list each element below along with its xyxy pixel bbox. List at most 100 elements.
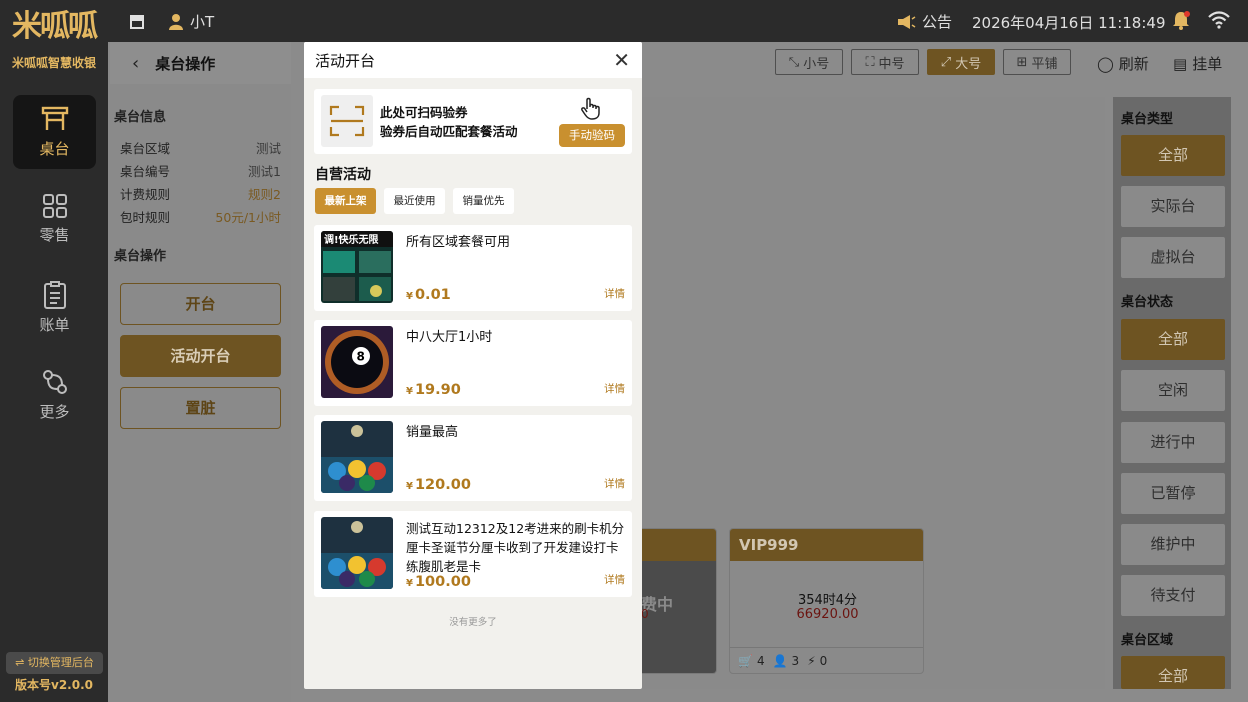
clipboard-icon: ▤ <box>1173 54 1188 73</box>
info-key: 桌台编号 <box>120 164 171 179</box>
currency-symbol: ¥ <box>406 291 413 302</box>
user-icon <box>169 14 183 30</box>
info-row-number: 桌台编号 测试1 <box>120 161 281 180</box>
power-count: 0 <box>819 653 828 668</box>
brand-name: 米呱呱智慧收银 <box>11 56 96 70</box>
price-value: 19.90 <box>414 382 461 398</box>
refresh-label: 刷新 <box>1118 55 1149 73</box>
size-label: 中号 <box>878 56 905 72</box>
size-small-button[interactable]: ⤡ 小号 <box>775 49 843 75</box>
size-medium-button[interactable]: ⛶ 中号 <box>851 49 919 75</box>
refresh-button[interactable]: ◯ 刷新 <box>1097 53 1149 74</box>
nav-label-bills: 账单 <box>39 316 70 334</box>
nav-item-bills[interactable]: 账单 <box>13 271 96 345</box>
table-card-body: 费中 0 <box>637 561 716 673</box>
status-running-button[interactable]: 进行中 <box>1121 422 1225 463</box>
package-price: ¥19.90 <box>406 382 461 398</box>
package-thumbnail <box>321 421 393 493</box>
switch-admin-button[interactable]: ⇌ 切换管理后台 <box>6 652 103 674</box>
status-all-button[interactable]: 全部 <box>1121 319 1225 360</box>
nav-item-retail[interactable]: 零售 <box>13 183 96 257</box>
status-idle-button[interactable]: 空闲 <box>1121 370 1225 411</box>
open-table-button[interactable]: 开台 <box>120 283 281 325</box>
size-tile-button[interactable]: ⊞ 平铺 <box>1003 49 1071 75</box>
table-amount: 66920.00 <box>796 607 859 622</box>
expand-icon: ⛶ <box>865 54 875 70</box>
nav-item-more[interactable]: 更多 <box>13 358 96 432</box>
package-card[interactable]: 销量最高 ¥120.00 详情 <box>314 415 632 501</box>
tab-sales[interactable]: 销量优先 <box>453 188 514 214</box>
currency-symbol: ¥ <box>406 481 413 492</box>
package-detail-link[interactable]: 详情 <box>604 476 625 491</box>
cart-icon: 🛒 <box>738 653 753 668</box>
package-name: 测试互动12312及12考进来的刷卡机分厘卡圣诞节分厘卡收到了开发建设打卡练腹肌… <box>406 521 625 574</box>
tab-recent[interactable]: 最近使用 <box>384 188 445 214</box>
type-virtual-button[interactable]: 虚拟台 <box>1121 237 1225 278</box>
modal-header: 活动开台 ✕ <box>304 42 642 78</box>
info-row-area: 桌台区域 测试 <box>120 138 281 157</box>
notice-button[interactable]: 公告 <box>896 11 952 32</box>
package-detail-link[interactable]: 详情 <box>604 572 625 587</box>
logo-text: 米呱呱 <box>12 9 98 44</box>
current-user[interactable]: 小T <box>168 11 214 32</box>
type-all-button[interactable]: 全部 <box>1121 135 1225 176</box>
back-icon[interactable]: ‹ <box>132 53 139 74</box>
package-price: ¥120.00 <box>406 477 471 493</box>
grid-icon <box>42 194 67 218</box>
bell-icon[interactable] <box>1172 10 1190 35</box>
package-card[interactable]: 测试互动12312及12考进来的刷卡机分厘卡圣诞节分厘卡收到了开发建设打卡练腹肌… <box>314 511 632 597</box>
size-label: 平铺 <box>1031 56 1058 72</box>
status-maintenance-button[interactable]: 维护中 <box>1121 524 1225 565</box>
panel-title: 桌台操作 <box>155 54 216 73</box>
table-ops-title: 桌台操作 <box>114 249 167 264</box>
store-icon[interactable] <box>128 12 146 34</box>
tab-newest[interactable]: 最新上架 <box>315 188 376 214</box>
current-datetime: 2026年04月16日 11:18:49 <box>972 14 1166 32</box>
version-label: 版本号v2.0.0 <box>15 678 93 692</box>
size-large-button[interactable]: ⤢ 大号 <box>927 49 995 75</box>
hand-tap-icon <box>579 95 605 125</box>
size-label: 小号 <box>803 56 830 72</box>
table-duration: 354时4分 <box>797 593 858 608</box>
status-filter-title: 桌台状态 <box>1121 295 1174 310</box>
type-real-button[interactable]: 实际台 <box>1121 186 1225 227</box>
table-card-footer: 🛒 4 👤 3 ⚡ 0 <box>730 647 923 673</box>
area-all-button[interactable]: 全部 <box>1121 656 1225 689</box>
package-thumbnail <box>321 517 393 589</box>
table-icon <box>41 106 68 130</box>
right-filter-panel: 桌台类型 全部 实际台 虚拟台 桌台状态 全部 空闲 进行中 已暂停 维护中 待… <box>1113 97 1231 689</box>
nav-item-tables[interactable]: 桌台 <box>13 95 96 169</box>
hold-label: 挂单 <box>1192 55 1223 73</box>
package-detail-link[interactable]: 详情 <box>604 286 625 301</box>
status-paused-button[interactable]: 已暂停 <box>1121 473 1225 514</box>
area-filter-title: 桌台区域 <box>1121 633 1174 648</box>
size-label: 大号 <box>955 56 982 72</box>
mark-dirty-button[interactable]: 置脏 <box>120 387 281 429</box>
scan-voucher-box: 此处可扫码验券 验券后自动匹配套餐活动 手动验码 <box>314 89 632 154</box>
megaphone-icon <box>898 14 916 29</box>
wifi-icon <box>1208 11 1230 33</box>
package-card[interactable]: 调!快乐无限 所有区域套餐可用 ¥0.01 详情 <box>314 225 632 311</box>
status-pending-pay-button[interactable]: 待支付 <box>1121 575 1225 616</box>
package-thumbnail: 8 <box>321 326 393 398</box>
info-key: 桌台区域 <box>120 141 171 156</box>
hold-order-button[interactable]: ▤ 挂单 <box>1173 53 1222 74</box>
table-card-vip999[interactable]: VIP999 354时4分 66920.00 🛒 4 👤 3 ⚡ 0 <box>729 528 924 674</box>
nav-label-more: 更多 <box>39 403 70 421</box>
people-count: 3 <box>791 653 800 668</box>
power-icon: ⚡ <box>807 653 816 668</box>
info-key: 计费规则 <box>120 187 171 202</box>
currency-symbol: ¥ <box>406 386 413 397</box>
modal-title: 活动开台 <box>315 51 376 70</box>
package-card[interactable]: 8 中八大厅1小时 ¥19.90 详情 <box>314 320 632 406</box>
info-value: 50元/1小时 <box>215 210 281 225</box>
manual-verify-button[interactable]: 手动验码 <box>559 124 625 147</box>
activity-open-button[interactable]: 活动开台 <box>120 335 281 377</box>
table-card-name: VIP999 <box>730 529 923 561</box>
table-card[interactable]: 费中 0 <box>636 528 717 674</box>
scan-icon[interactable] <box>321 95 373 147</box>
scan-hint-line2: 验券后自动匹配套餐活动 <box>380 124 518 139</box>
package-detail-link[interactable]: 详情 <box>604 381 625 396</box>
package-name: 销量最高 <box>406 425 459 440</box>
close-icon[interactable]: ✕ <box>613 48 630 72</box>
